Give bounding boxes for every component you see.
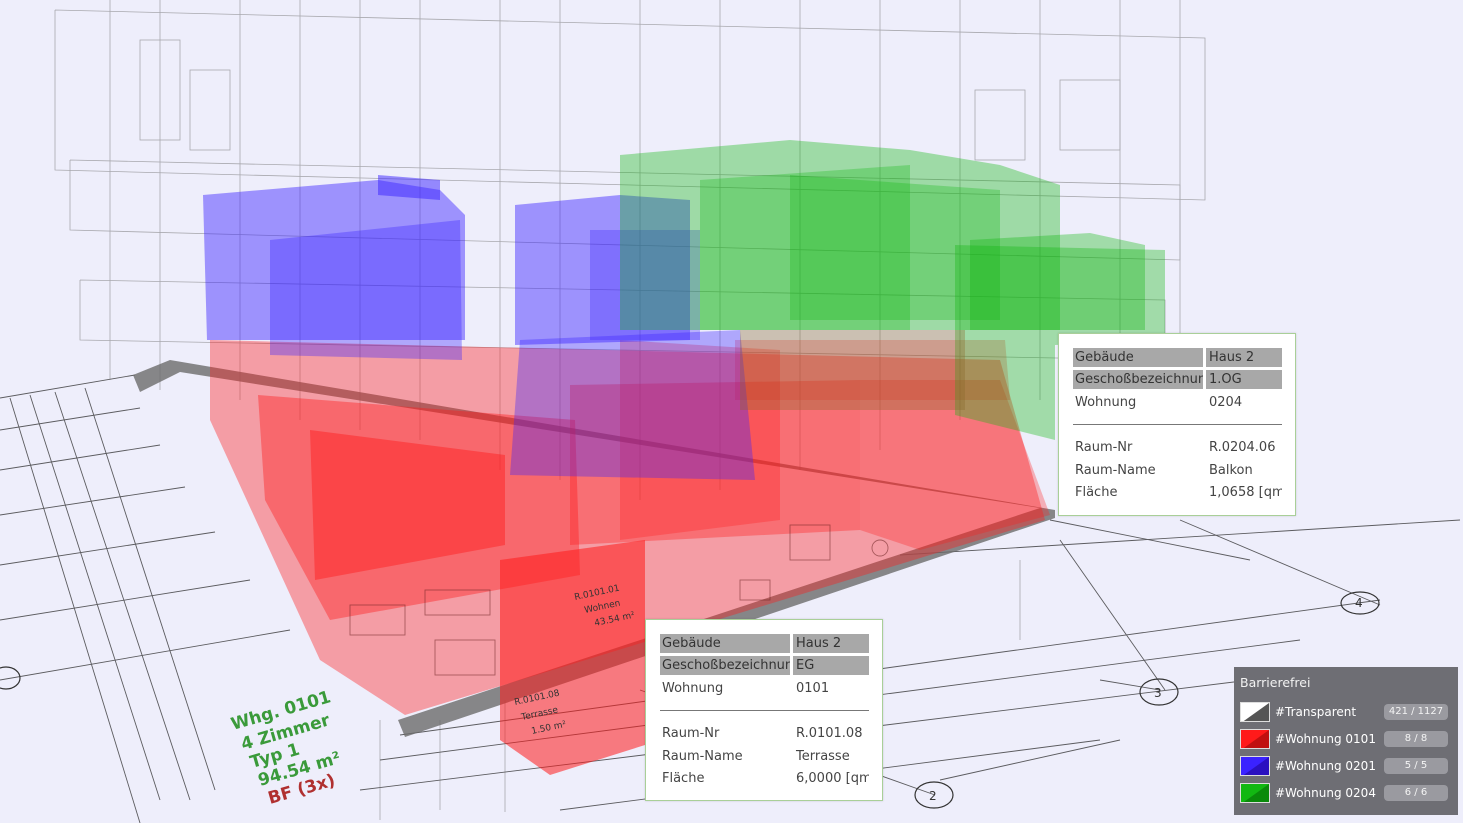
info-separator (1073, 423, 1282, 425)
legend-label: #Wohnung 0201 (1275, 758, 1376, 773)
info-row-flaeche: Fläche 6,0000 [qm] (660, 768, 869, 791)
info-value: Haus 2 (793, 633, 869, 653)
info-key: Raum-Name (1075, 462, 1156, 478)
info-key: Geschoßbezeichnung (660, 656, 790, 676)
legend-item-wohnung-0101[interactable]: #Wohnung 0101 8 / 8 (1240, 725, 1452, 752)
info-row-raum-nr: Raum-Nr R.0204.06 (1073, 437, 1282, 460)
info-value: Terrasse (796, 748, 850, 764)
info-key: Raum-Name (662, 748, 743, 764)
info-value: 0101 (796, 680, 830, 696)
info-value: Balkon (1209, 462, 1253, 478)
info-key: Fläche (1075, 485, 1118, 501)
info-row-gebaeude: Gebäude Haus 2 (1073, 346, 1282, 369)
info-key: Wohnung (1075, 394, 1137, 410)
info-value: R.0204.06 (1209, 440, 1276, 456)
legend-item-transparent[interactable]: #Transparent 421 / 1127 (1240, 698, 1452, 725)
info-key: Geschoßbezeichnung (1073, 370, 1203, 390)
info-row-geschoss: Geschoßbezeichnung 1.OG (1073, 369, 1282, 392)
grid-axis-label-4: 4 (1355, 596, 1363, 610)
info-panel-balkon: Gebäude Haus 2 Geschoßbezeichnung 1.OG W… (1058, 333, 1296, 516)
legend-label: #Transparent (1275, 704, 1357, 719)
info-value: 6,0000 [qm] (796, 771, 869, 787)
info-key: Wohnung (662, 680, 724, 696)
legend-swatch-red (1240, 728, 1270, 749)
info-row-wohnung: Wohnung 0101 (660, 677, 869, 700)
legend-swatch-blue (1240, 755, 1270, 776)
info-value: Haus 2 (1206, 347, 1282, 367)
info-separator (660, 709, 869, 711)
info-value: 1.OG (1206, 370, 1282, 390)
info-row-raum-name: Raum-Name Balkon (1073, 459, 1282, 482)
legend-item-wohnung-0201[interactable]: #Wohnung 0201 5 / 5 (1240, 752, 1452, 779)
info-panel-terrasse: Gebäude Haus 2 Geschoßbezeichnung EG Woh… (645, 619, 883, 801)
legend-count: 6 / 6 (1384, 784, 1448, 801)
legend-panel: Barrierefrei #Transparent 421 / 1127 #Wo… (1234, 667, 1458, 815)
info-value: 0204 (1209, 394, 1243, 410)
info-key: Gebäude (1073, 347, 1203, 367)
info-row-flaeche: Fläche 1,0658 [qm] (1073, 482, 1282, 505)
grid-axis-label-2: 2 (929, 789, 937, 803)
legend-count: 5 / 5 (1384, 757, 1448, 774)
info-row-gebaeude: Gebäude Haus 2 (660, 632, 869, 655)
info-key: Fläche (662, 771, 705, 787)
info-value: R.0101.08 (796, 726, 863, 742)
info-row-raum-nr: Raum-Nr R.0101.08 (660, 723, 869, 746)
info-row-raum-name: Raum-Name Terrasse (660, 745, 869, 768)
legend-count: 421 / 1127 (1384, 703, 1448, 720)
legend-label: #Wohnung 0101 (1275, 731, 1376, 746)
legend-label: #Wohnung 0204 (1275, 785, 1376, 800)
legend-swatch-transparent (1240, 701, 1270, 722)
info-row-geschoss: Geschoßbezeichnung EG (660, 655, 869, 678)
info-key: Raum-Nr (1075, 440, 1133, 456)
legend-title: Barrierefrei (1240, 675, 1311, 690)
legend-swatch-green (1240, 782, 1270, 803)
info-key: Raum-Nr (662, 726, 720, 742)
legend-item-wohnung-0204[interactable]: #Wohnung 0204 6 / 6 (1240, 779, 1452, 806)
info-value: 1,0658 [qm] (1209, 485, 1282, 501)
info-value: EG (793, 656, 869, 676)
info-key: Gebäude (660, 633, 790, 653)
legend-count: 8 / 8 (1384, 730, 1448, 747)
info-row-wohnung: Wohnung 0204 (1073, 391, 1282, 414)
grid-axis-label-3: 3 (1154, 686, 1162, 700)
